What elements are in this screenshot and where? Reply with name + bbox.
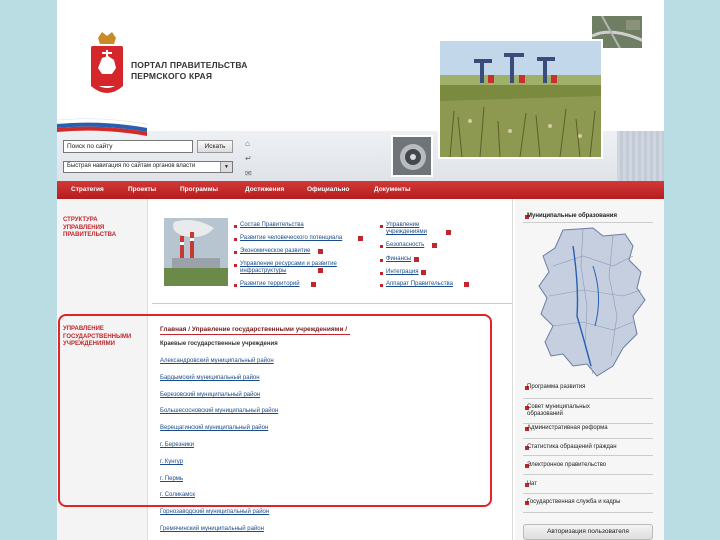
column-divider [512,199,513,540]
highlight-frame [58,314,492,507]
link-integration[interactable]: Интеграция [386,269,419,276]
external-link-icon[interactable] [318,268,323,273]
municipal-council-link[interactable]: Совет муниципальных образований [527,404,607,418]
divider [523,474,653,475]
link-resources-infrastructure[interactable]: Управление ресурсами и развитие инфрастр… [240,261,350,275]
chat-link[interactable]: Чат [527,481,637,488]
external-link-icon[interactable] [358,236,363,241]
list-bullet [380,272,383,275]
list-bullet [380,259,383,262]
divider [523,438,653,439]
link-economic-development[interactable]: Экономическое развитие [240,248,310,255]
link-institutions-management[interactable]: Управление учреждениями [386,222,446,236]
main-nav: Стратегия Проекты Программы Достижения О… [57,181,664,199]
page: ПОРТАЛ ПРАВИТЕЛЬСТВА ПЕРМСКОГО КРАЯ Поис… [57,0,664,540]
portal-title: ПОРТАЛ ПРАВИТЕЛЬСТВА ПЕРМСКОГО КРАЯ [131,60,271,82]
external-link-icon[interactable] [421,270,426,275]
list-bullet [380,284,383,287]
admin-reform-link[interactable]: Административная реформа [527,425,637,432]
divider [523,222,653,223]
list-bullet [234,251,237,254]
nav-official[interactable]: Официально [307,186,349,193]
coat-of-arms-logo[interactable] [90,30,124,96]
e-government-link[interactable]: Электронное правительство [527,462,637,469]
list-bullet [380,225,383,228]
search-button[interactable]: Искать [197,140,233,153]
link-finance[interactable]: Финансы [386,256,411,263]
divider [523,455,653,456]
external-link-icon[interactable] [318,249,323,254]
divider [523,493,653,494]
nav-achievements[interactable]: Достижения [245,186,284,193]
quick-nav-label: Быстрая навигация по сайтам органов влас… [67,163,196,169]
back-arrow-icon[interactable]: ↵ [245,154,257,169]
perm-region-map[interactable] [533,226,653,378]
district-link[interactable]: Гремячинский муниципальный район [160,526,264,532]
home-icon[interactable]: ⌂ [245,139,257,154]
section-title-structure: СТРУКТУРА УПРАВЛЕНИЯ ПРАВИТЕЛЬСТВА [63,217,117,238]
section-divider [152,303,512,304]
list-bullet [234,225,237,228]
link-territories[interactable]: Развитие территорий [240,281,300,288]
municipal-link[interactable]: Муниципальные образования [527,213,637,220]
link-security[interactable]: Безопасность [386,242,424,249]
russian-flag-decoration [57,118,147,136]
divider [523,512,653,513]
machinery-photo [391,135,433,177]
list-bullet [380,245,383,248]
nav-strategy[interactable]: Стратегия [71,186,104,193]
search-input[interactable]: Поиск по сайту [63,140,193,153]
link-government-office[interactable]: Аппарат Правительства [386,281,453,288]
portal-title-line1: ПОРТАЛ ПРАВИТЕЛЬСТВА [131,60,248,70]
chevron-down-icon[interactable]: ▼ [220,162,232,172]
link-human-potential[interactable]: Развитие человеческого потенциала [240,235,342,242]
district-link[interactable]: Горнозаводский муниципальный район [160,509,269,515]
nav-programs[interactable]: Программы [180,186,218,193]
nav-documents[interactable]: Документы [374,186,411,193]
list-bullet [234,284,237,287]
external-link-icon[interactable] [446,230,451,235]
citizen-stats-link[interactable]: Статистика обращений граждан [527,444,637,451]
oil-field-photo [438,39,603,159]
toolbar-band-pattern [617,131,664,181]
external-link-icon[interactable] [311,282,316,287]
tool-icons: ⌂ ↵ ✉ [245,139,257,184]
quick-nav-select[interactable]: Быстрая навигация по сайтам органов влас… [63,161,233,173]
link-government-composition[interactable]: Состав Правительства [240,222,304,229]
external-link-icon[interactable] [432,243,437,248]
power-plant-photo [164,218,228,286]
user-auth-button[interactable]: Авторизация пользователя [523,524,653,540]
external-link-icon[interactable] [414,257,419,262]
nav-projects[interactable]: Проекты [128,186,156,193]
development-program-link[interactable]: Программа развития [527,384,637,391]
portal-title-line2: ПЕРМСКОГО КРАЯ [131,71,213,81]
civil-service-link[interactable]: Государственная служба и кадры [527,499,637,506]
divider [523,398,653,399]
list-bullet [234,238,237,241]
list-bullet [234,264,237,267]
external-link-icon[interactable] [464,282,469,287]
divider [523,423,653,424]
